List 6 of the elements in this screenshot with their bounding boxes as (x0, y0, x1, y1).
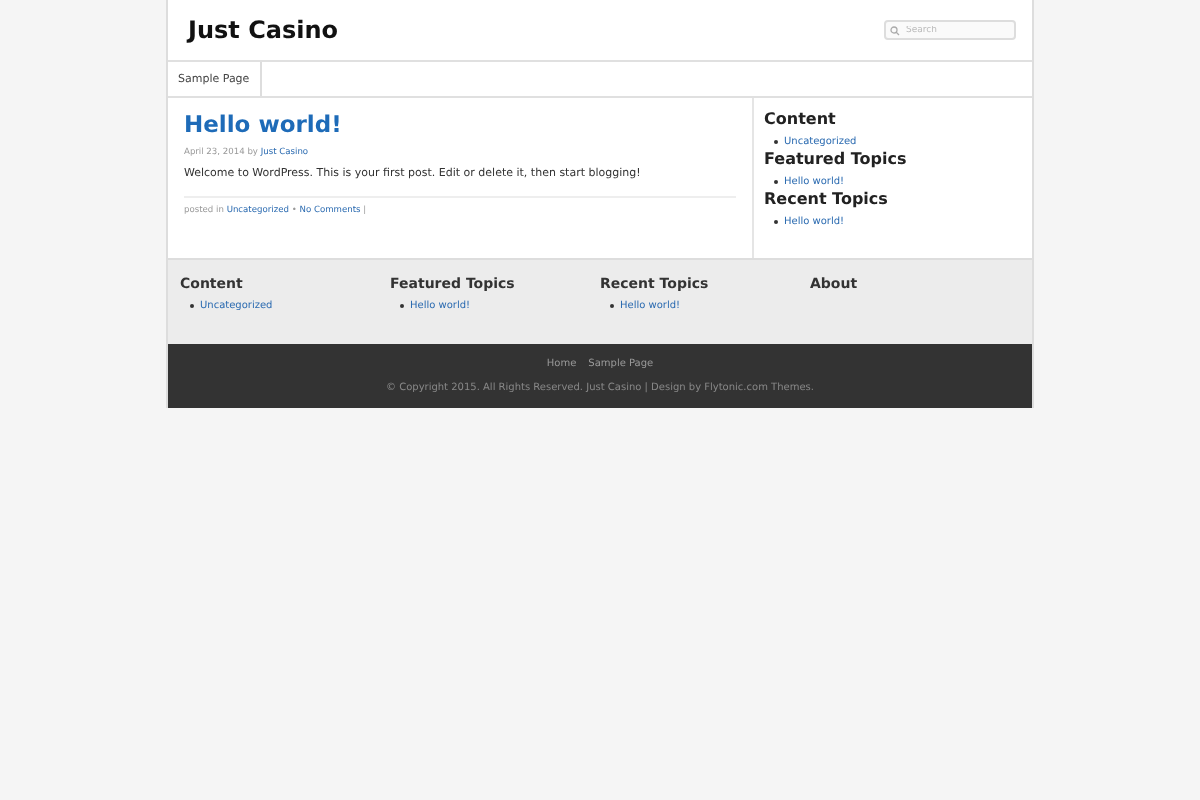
search-icon (890, 25, 900, 35)
widget-heading: Recent Topics (764, 190, 890, 208)
post-title[interactable]: Hello world! (184, 110, 736, 138)
site-title: Just Casino (188, 16, 339, 44)
widget-heading: Featured Topics (764, 150, 909, 168)
widget-heading: Content (764, 110, 838, 128)
